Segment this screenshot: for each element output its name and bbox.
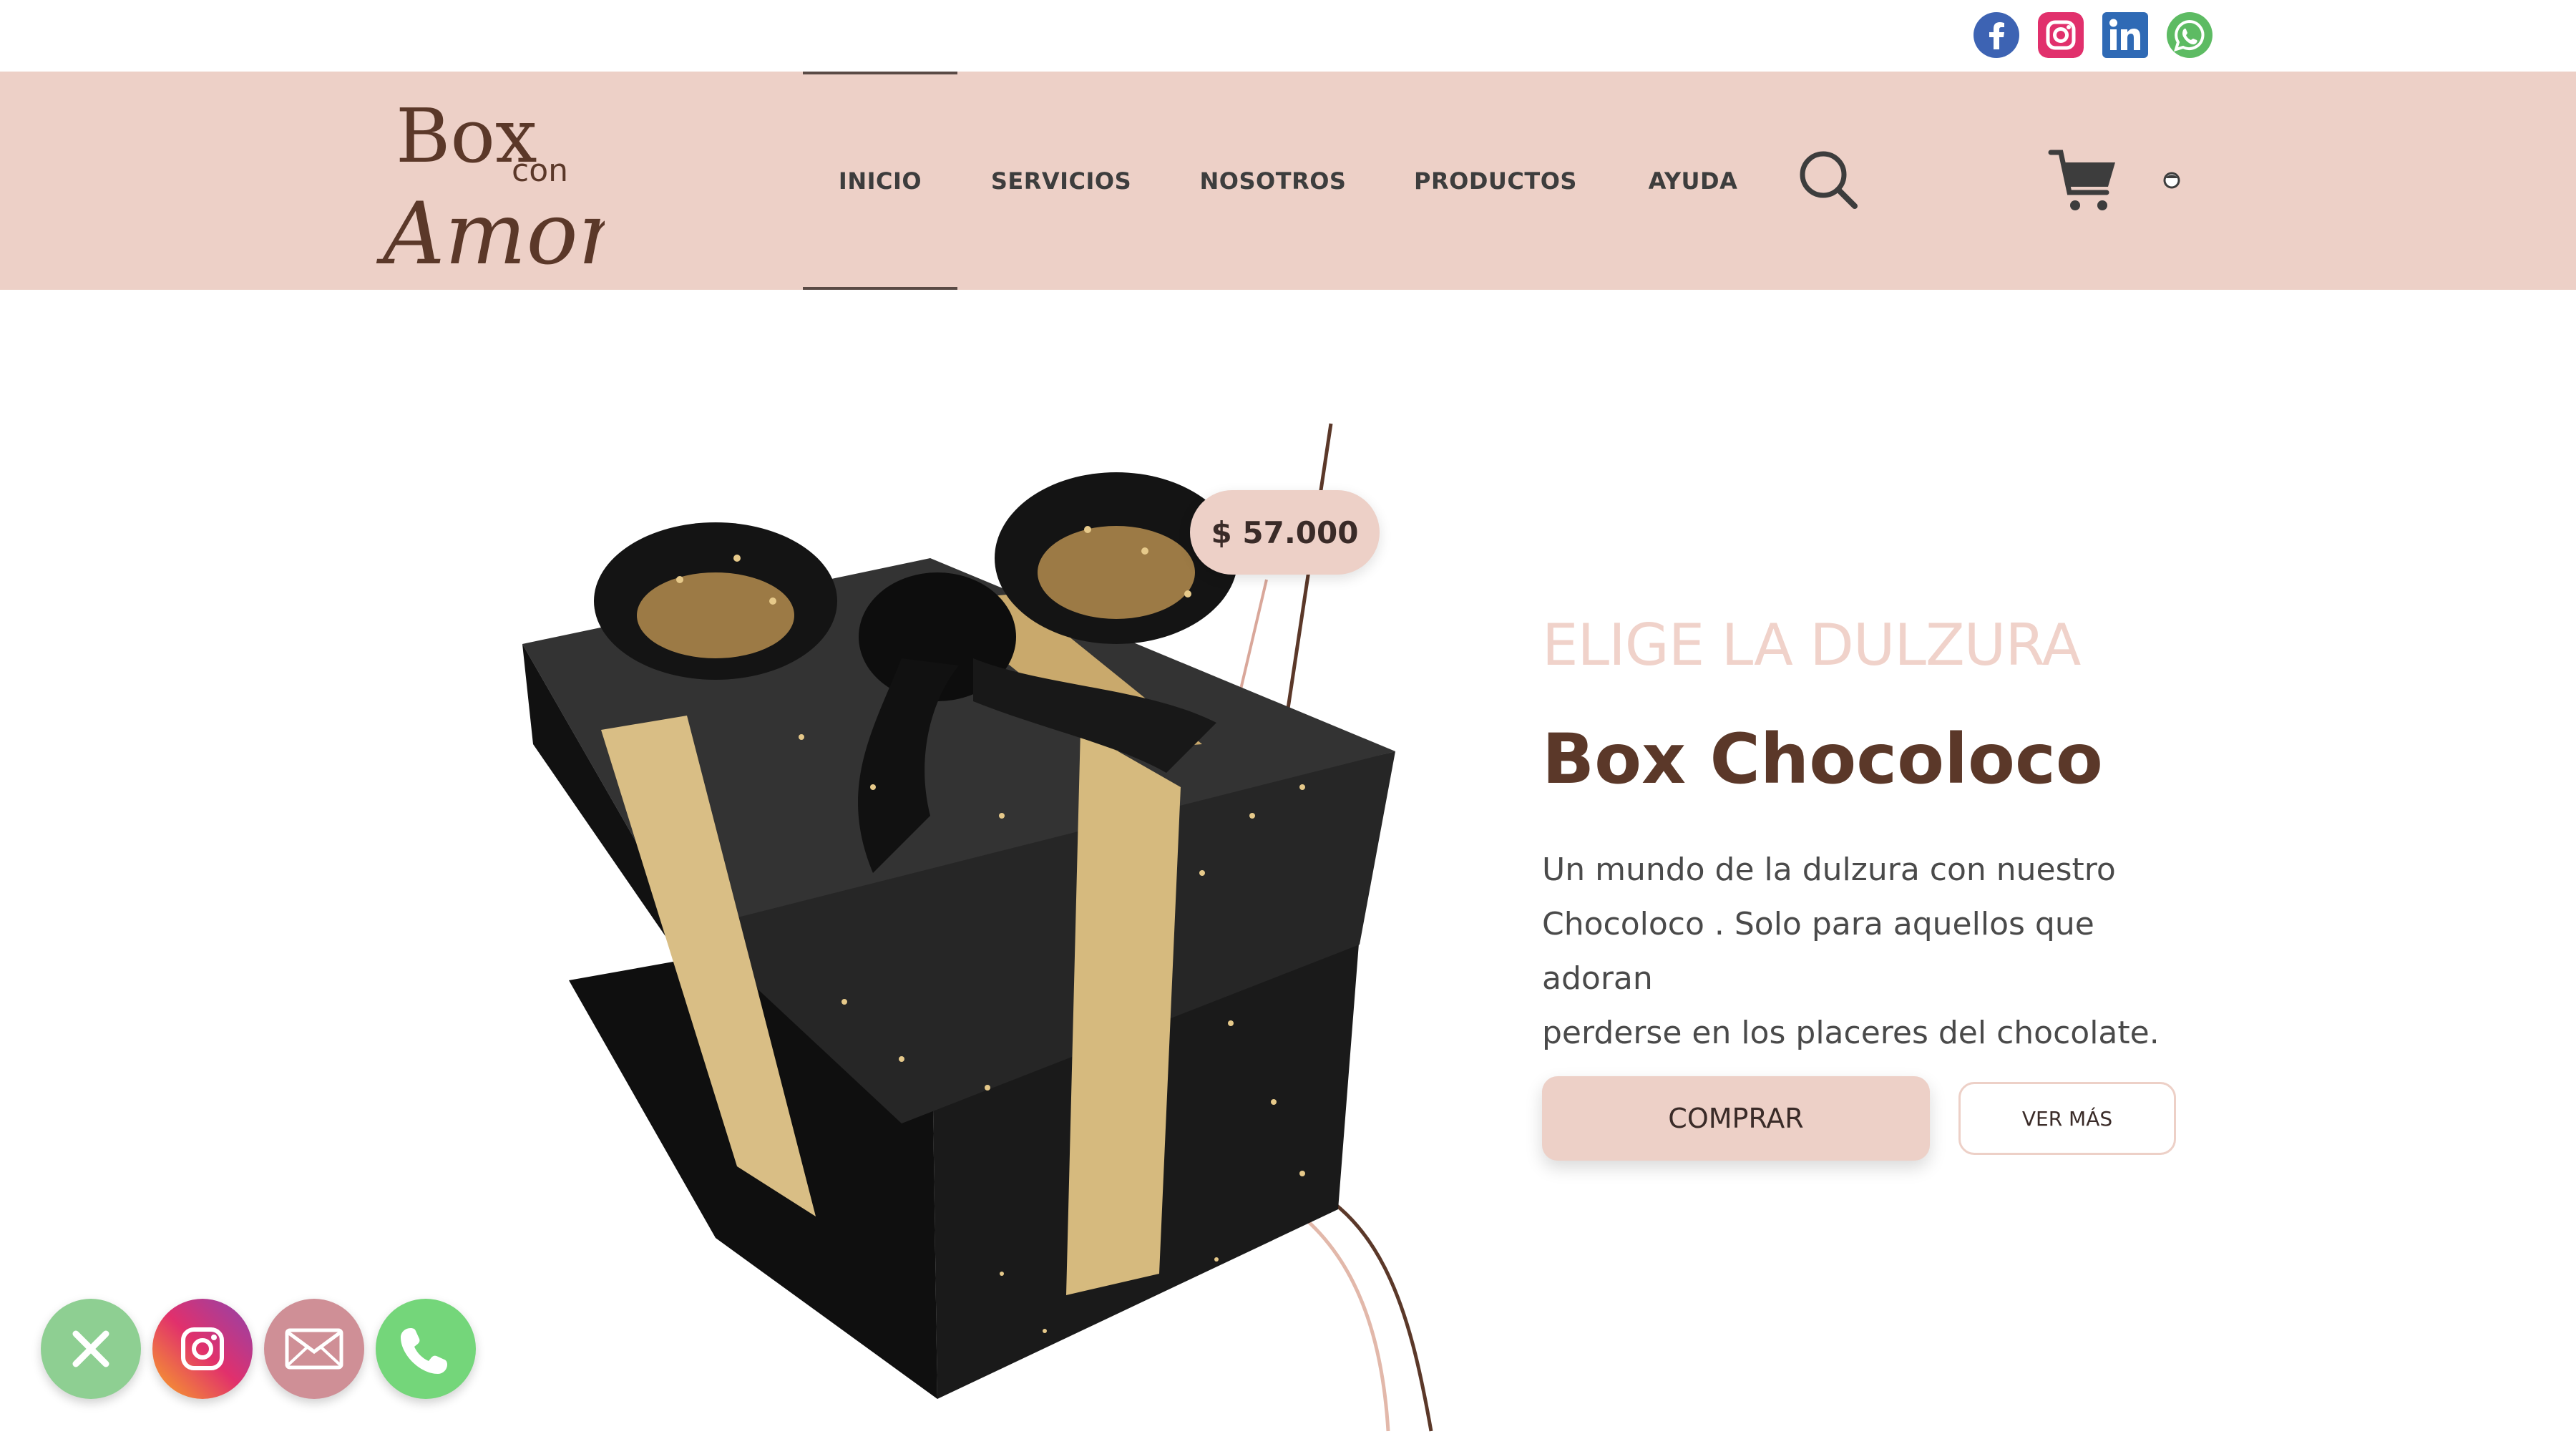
description-line: Un mundo de la dulzura con nuestro [1542,852,2116,888]
nav-item-ayuda[interactable]: AYUDA [1642,72,1744,290]
description-line: Chocoloco . Solo para aquellos que adora… [1542,906,2094,997]
whatsapp-icon[interactable] [2167,12,2212,58]
cart-icon[interactable] [2048,147,2119,215]
see-more-button[interactable]: VER MÁS [1958,1082,2176,1155]
close-icon[interactable] [41,1299,141,1399]
svg-text:Amor: Amor [376,185,605,278]
hero-title: Box Chocoloco [1542,719,2103,799]
price-badge: $ 57.000 [1190,490,1380,575]
user-icon[interactable] [2162,170,2181,191]
instagram-icon[interactable] [152,1299,253,1399]
mail-icon[interactable] [264,1299,364,1399]
description-line: perderse en los placeres del chocolate. [1542,1015,2160,1051]
social-bar [0,0,2576,72]
nav-item-servicios[interactable]: SERVICIOS [982,72,1141,290]
svg-text:con: con [512,152,568,189]
buy-button[interactable]: COMPRAR [1542,1076,1930,1161]
hero-description: Un mundo de la dulzura con nuestro Choco… [1542,843,2186,1060]
search-icon[interactable] [1797,149,1860,212]
brand-logo[interactable]: Box con Amor [376,84,624,284]
nav-item-productos[interactable]: PRODUCTOS [1414,72,1576,290]
linkedin-icon[interactable] [2102,12,2148,58]
nav-item-nosotros[interactable]: NOSOTROS [1196,72,1350,290]
phone-icon[interactable] [376,1299,476,1399]
instagram-icon[interactable] [2038,12,2084,58]
hero-eyebrow: ELIGE LA DULZURA [1542,612,2081,678]
facebook-icon[interactable] [1974,12,2019,58]
nav-item-inicio[interactable]: INICIO [803,72,957,290]
